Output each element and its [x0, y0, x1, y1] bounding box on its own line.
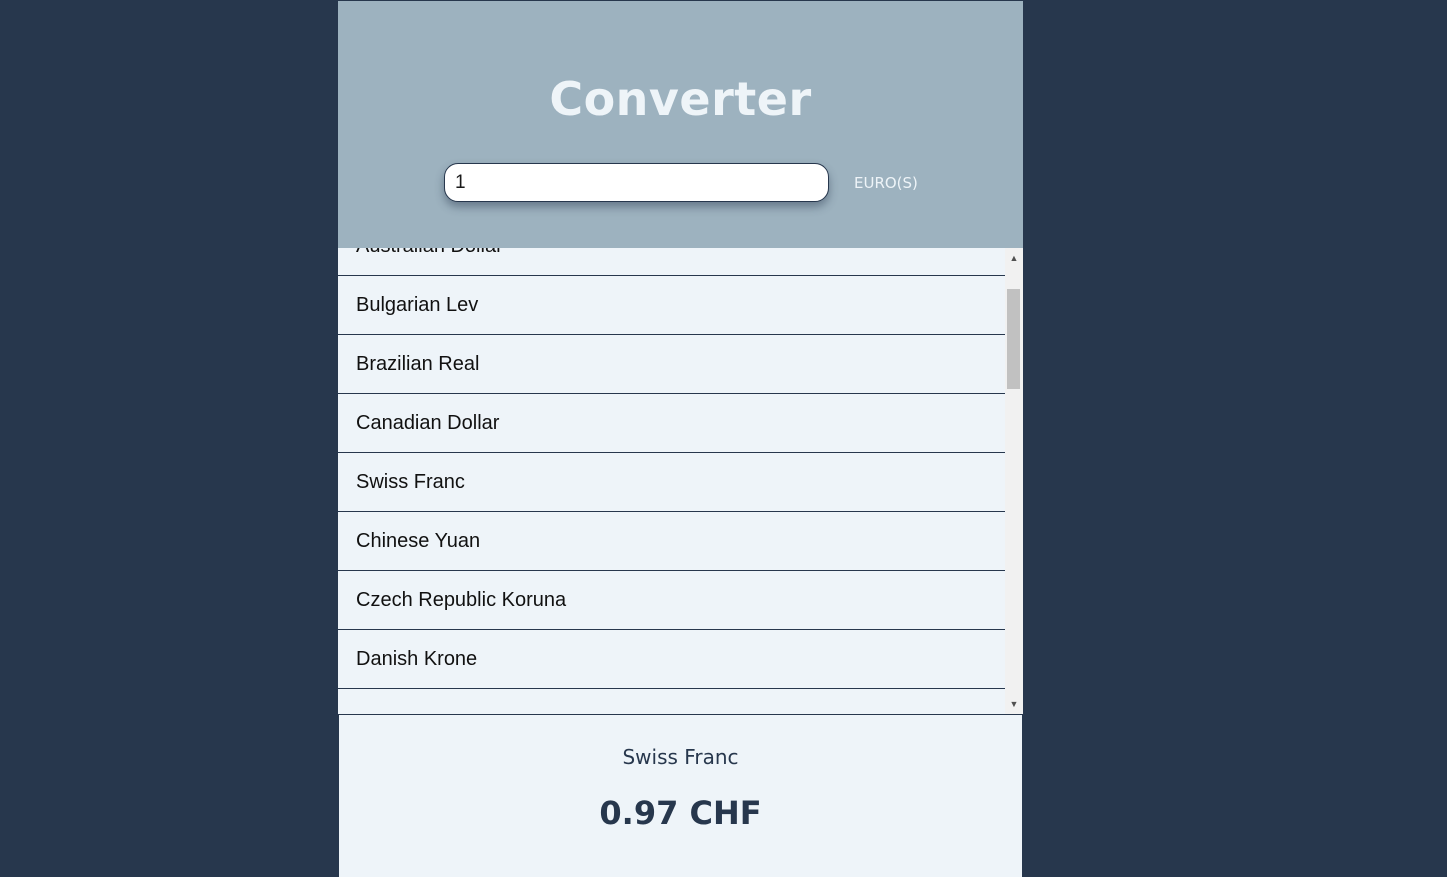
- page-title: Converter: [549, 72, 812, 126]
- scroll-down-arrow-icon[interactable]: ▼: [1005, 696, 1023, 712]
- conversion-result: Swiss Franc 0.97 CHF: [339, 715, 1022, 877]
- scrollbar-thumb[interactable]: [1007, 289, 1020, 389]
- currency-item-brazilian-real[interactable]: Brazilian Real: [338, 335, 1005, 394]
- currency-item-australian-dollar[interactable]: Australian Dollar: [338, 248, 1005, 276]
- currency-item-swiss-franc[interactable]: Swiss Franc: [338, 453, 1005, 512]
- currency-list-viewport: Australian Dollar Bulgarian Lev Brazilia…: [338, 248, 1005, 714]
- result-currency-name: Swiss Franc: [622, 745, 739, 769]
- converter-app: Converter EURO(S) Australian Dollar Bulg…: [338, 1, 1023, 877]
- amount-input[interactable]: [444, 163, 829, 202]
- currency-item-canadian-dollar[interactable]: Canadian Dollar: [338, 394, 1005, 453]
- currency-item-czech-koruna[interactable]: Czech Republic Koruna: [338, 571, 1005, 630]
- currency-list-items: Australian Dollar Bulgarian Lev Brazilia…: [338, 248, 1005, 689]
- scroll-up-arrow-icon[interactable]: ▲: [1005, 250, 1023, 266]
- currency-list[interactable]: Australian Dollar Bulgarian Lev Brazilia…: [338, 248, 1023, 715]
- currency-item-bulgarian-lev[interactable]: Bulgarian Lev: [338, 276, 1005, 335]
- currency-item-danish-krone[interactable]: Danish Krone: [338, 630, 1005, 689]
- base-currency-label: EURO(S): [854, 174, 918, 192]
- result-amount: 0.97 CHF: [599, 794, 762, 832]
- converter-header: Converter EURO(S): [338, 1, 1023, 248]
- list-scrollbar[interactable]: ▲ ▼: [1005, 248, 1023, 714]
- currency-item-chinese-yuan[interactable]: Chinese Yuan: [338, 512, 1005, 571]
